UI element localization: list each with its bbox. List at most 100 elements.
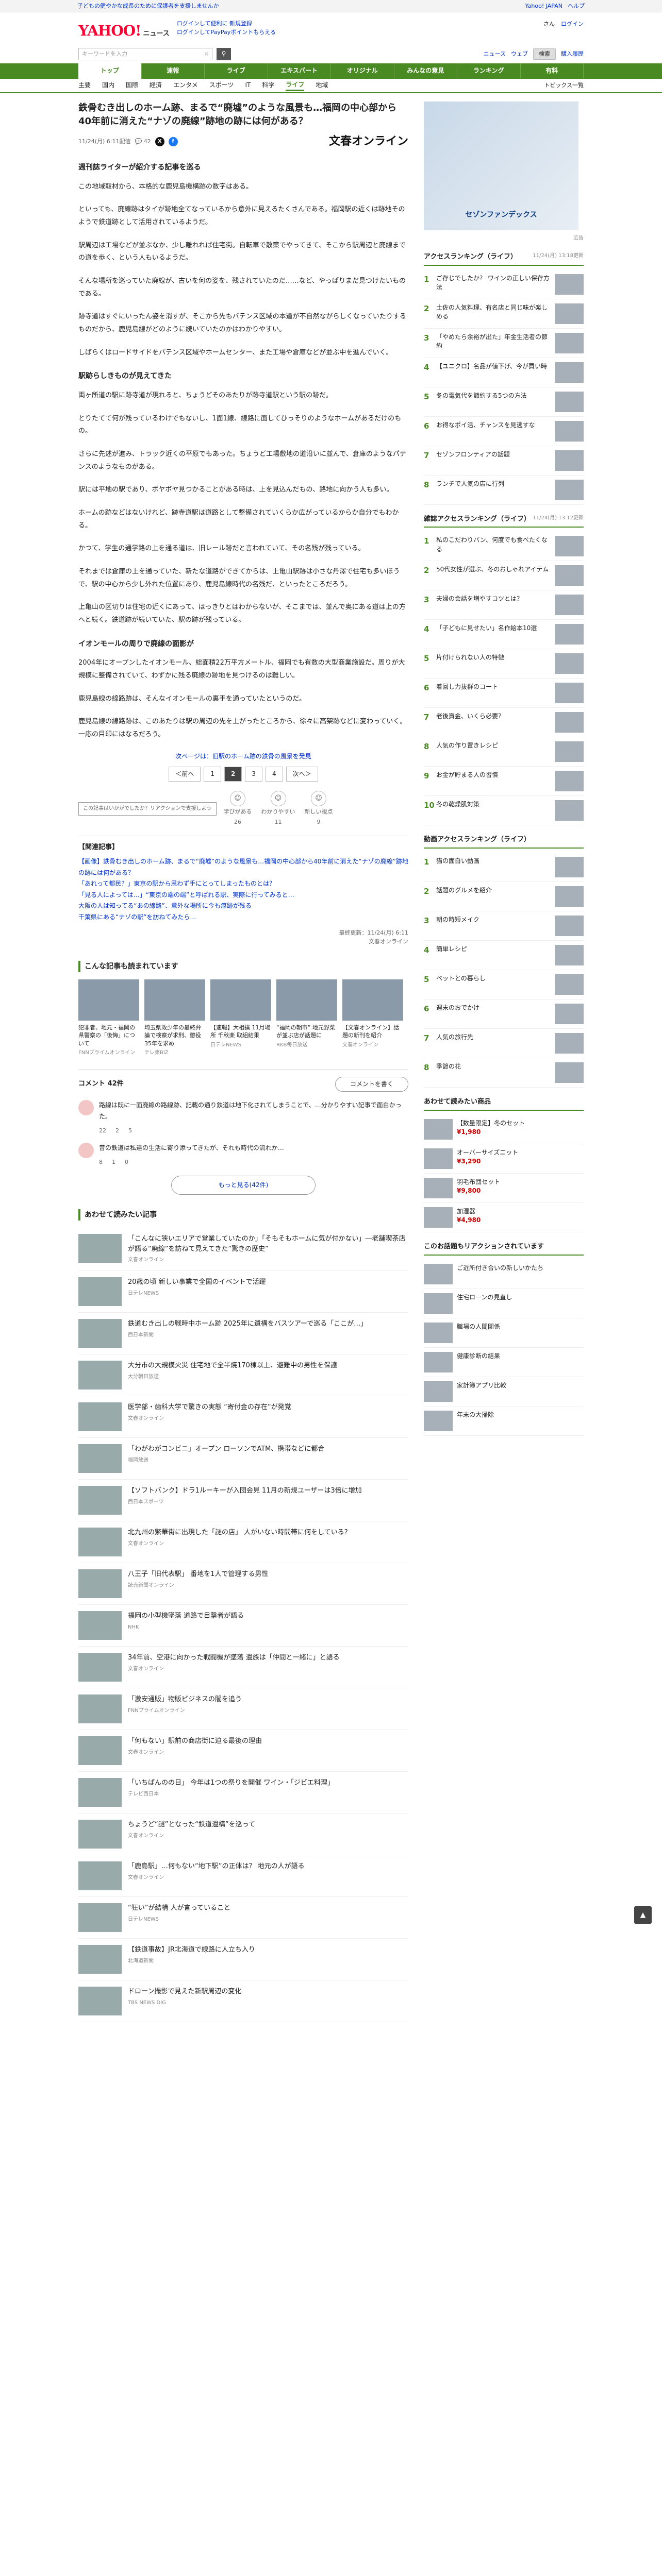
nav-tab[interactable]: 有料 xyxy=(521,63,584,79)
category-tab[interactable]: スポーツ xyxy=(209,80,234,90)
sidebar-ad[interactable]: セゾンファンデックス xyxy=(424,101,578,230)
comment-reaction-count[interactable]: 0 xyxy=(125,1157,128,1167)
related-link[interactable]: 【画像】鉄骨むき出しのホーム跡、まるで“廃墟”のような風景も…福岡の中心部から4… xyxy=(78,856,408,878)
shop-item[interactable]: 羽毛布団セット ¥9,800 xyxy=(424,1174,584,1203)
recommend-item[interactable]: 鉄道むき出しの戦時中ホーム跡 2025年に遺構をバスツアーで巡る「ここが…」 西日… xyxy=(78,1313,408,1355)
pickup-item[interactable]: 年末の大掃除 xyxy=(424,1406,584,1436)
recommend-item[interactable]: 「いちばんのの日」 今年は1つの祭りを開催 ワイン・「ジビエ料理」 テレビ西日本 xyxy=(78,1772,408,1814)
close-icon[interactable]: × xyxy=(204,49,209,59)
also-read-card[interactable]: “福岡の朝市” 地元野菜が並ぶ店が話題に RKB毎日放送 xyxy=(276,979,337,1057)
ranking-item[interactable]: 5 冬の電気代を節約する5つの方法 xyxy=(424,387,584,417)
nav-tab[interactable]: 速報 xyxy=(142,63,205,79)
yahoo-news-logo[interactable]: YAHOO! ニュース xyxy=(78,20,170,43)
pickup-item[interactable]: 家計簿アプリ比較 xyxy=(424,1377,584,1406)
recommend-item[interactable]: 医学部・歯科大学で驚きの実態 “寄付金の存在”が発覚 文春オンライン xyxy=(78,1396,408,1438)
more-comments-button[interactable]: もっと見る(42件) xyxy=(171,1175,316,1195)
ranking-item[interactable]: 7 人気の旅行先 xyxy=(424,1029,584,1059)
recommend-item[interactable]: 20歳の頃 新しい事業で全国のイベントで活躍 日テレNEWS xyxy=(78,1271,408,1313)
nav-tab[interactable]: オリジナル xyxy=(331,63,394,79)
ranking-item[interactable]: 2 話題のグルメを紹介 xyxy=(424,882,584,912)
reaction-button[interactable]: ☺ 学びがある 26 xyxy=(224,790,252,826)
ranking-item[interactable]: 2 土佐の人気料理、有名店と同じ味が楽しめる xyxy=(424,299,584,329)
pickup-item[interactable]: 職場の人間関係 xyxy=(424,1318,584,1348)
ranking-item[interactable]: 9 お金が貯まる人の習慣 xyxy=(424,767,584,796)
category-tab[interactable]: ライフ xyxy=(286,80,305,91)
ranking-item[interactable]: 6 着回し力抜群のコート xyxy=(424,679,584,708)
nav-tab[interactable]: エキスパート xyxy=(268,63,331,79)
recommend-item[interactable]: 「鹿島駅」…何もない“地下駅”の正体は？ 地元の人が語る 文春オンライン xyxy=(78,1855,408,1897)
ranking-item[interactable]: 3 朝の時短メイク xyxy=(424,911,584,941)
category-tab[interactable]: 国際 xyxy=(126,80,138,90)
top-banner-link[interactable]: 子どもの健やかな成長のために保護者を支援しませんか xyxy=(77,2,219,11)
recommend-item[interactable]: 【ソフトバンク】ドラ1ルーキーが入団会見 11月の新規ユーザーは3倍に増加 西日本… xyxy=(78,1480,408,1522)
comment-reaction-count[interactable]: 5 xyxy=(128,1126,132,1136)
ranking-item[interactable]: 10 冬の乾燥肌対策 xyxy=(424,796,584,826)
ranking-item[interactable]: 5 ペットとの暮らし xyxy=(424,970,584,1000)
ranking-item[interactable]: 3 「やめたら余裕が出た」年金生活者の節約 xyxy=(424,329,584,358)
login-link[interactable]: ログイン xyxy=(561,20,584,29)
category-tab[interactable]: エンタメ xyxy=(173,80,198,90)
recommend-item[interactable]: 「何もない」駅前の商店街に迫る最後の理由 文春オンライン xyxy=(78,1730,408,1772)
page-link[interactable]: 1 xyxy=(204,766,221,782)
nav-tab[interactable]: みんなの意見 xyxy=(394,63,457,79)
recommend-item[interactable]: 「こんなに狭いエリアで営業していたのか」「そもそもホームに気が付かない」―老舗喫… xyxy=(78,1228,408,1272)
scroll-to-top-button[interactable]: ▲ xyxy=(634,1906,652,1924)
purchase-history-link[interactable]: 購入履歴 xyxy=(561,49,584,59)
ranking-item[interactable]: 1 ご存じでしたか？ ワインの正しい保存方法 xyxy=(424,270,584,299)
web-search-link[interactable]: ウェブ xyxy=(511,49,528,59)
ranking-item[interactable]: 2 50代女性が選ぶ、冬のおしゃれアイテム xyxy=(424,561,584,591)
facebook-share-icon[interactable]: f xyxy=(168,137,178,146)
comment-reaction-count[interactable]: 8 xyxy=(99,1157,103,1167)
comment-reaction-count[interactable]: 2 xyxy=(115,1126,119,1136)
ranking-item[interactable]: 4 「子どもに見せたい」名作絵本10選 xyxy=(424,620,584,650)
shop-item[interactable]: オーバーサイズニット ¥3,290 xyxy=(424,1144,584,1174)
also-read-card[interactable]: 犯罪者、地元・福岡の県警察の「後悔」について FNNプライムオンライン xyxy=(78,979,139,1057)
paypay-link[interactable]: ログインしてPayPayポイントもらえる xyxy=(177,29,276,36)
ranking-item[interactable]: 8 人気の作り置きレシピ xyxy=(424,737,584,767)
help-link[interactable]: ヘルプ xyxy=(568,2,585,11)
recommend-item[interactable]: 「激安通販」物販ビジネスの闇を追う FNNプライムオンライン xyxy=(78,1688,408,1731)
shop-item[interactable]: 加湿器 ¥4,980 xyxy=(424,1203,584,1232)
ranking-item[interactable]: 4 簡単レシピ xyxy=(424,941,584,971)
ranking-item[interactable]: 5 片付けられない人の特徴 xyxy=(424,649,584,679)
category-tab[interactable]: 地域 xyxy=(316,80,328,90)
comment-reaction-count[interactable]: 1 xyxy=(112,1157,115,1167)
pickup-item[interactable]: ご近所付き合いの新しいかたち xyxy=(424,1260,584,1289)
page-link[interactable]: 4 xyxy=(266,766,283,782)
recommend-item[interactable]: 福岡の小型機墜落 道路で目撃者が語る NHK xyxy=(78,1605,408,1647)
recommend-item[interactable]: ドローン撮影で見えた新駅周辺の変化 TBS NEWS DIG xyxy=(78,1980,408,2023)
ranking-item[interactable]: 7 セゾンフロンティアの話題 xyxy=(424,446,584,476)
write-comment-button[interactable]: コメントを書く xyxy=(335,1077,408,1092)
related-link[interactable]: 千葉県にある“ナゾの駅”を訪ねてみたら… xyxy=(78,912,408,923)
ranking-item[interactable]: 8 季節の花 xyxy=(424,1058,584,1088)
category-tab[interactable]: 科学 xyxy=(262,80,274,90)
recommend-item[interactable]: 八王子「旧代表駅」 番地を1人で管理する男性 読売新聞オンライン xyxy=(78,1563,408,1605)
search-submit-button[interactable]: 検索 xyxy=(533,48,556,60)
category-tab[interactable]: 主要 xyxy=(78,80,91,90)
nav-tab[interactable]: トップ xyxy=(78,63,142,79)
related-link[interactable]: 「見る人によっては…」“東京の端の端”と呼ばれる駅、実際に行ってみると… xyxy=(78,890,408,901)
also-read-card[interactable]: 埼玉県政少年の最終弁論で検察が求刑、懲役35年を求め テレ東BIZ xyxy=(144,979,205,1057)
recommend-item[interactable]: 34年前、空港に向かった戦闘機が墜落 遺族は「仲間と一緒に」と語る 文春オンライン xyxy=(78,1647,408,1689)
related-link[interactable]: 「あれって都民？」東京の駅から思わず手にとってしまったものとは？ xyxy=(78,878,408,890)
register-link[interactable]: ログインして便利に 新規登録 xyxy=(177,20,252,27)
nav-tab[interactable]: ライブ xyxy=(205,63,268,79)
ranking-item[interactable]: 3 夫婦の会話を増やすコツとは？ xyxy=(424,590,584,620)
recommend-item[interactable]: ちょうど“謎”となった“鉄道遺構”を巡って 文春オンライン xyxy=(78,1814,408,1856)
reaction-button[interactable]: ☺ 新しい視点 9 xyxy=(305,790,333,826)
search-button[interactable]: ⚲ xyxy=(217,47,231,60)
pickup-item[interactable]: 健康診断の結果 xyxy=(424,1348,584,1377)
also-read-card[interactable]: 【速報】大相撲 11月場所 千秋楽 取組結果 日テレNEWS xyxy=(210,979,271,1057)
comment-count-icon[interactable]: 💬 42 xyxy=(135,137,151,146)
nav-tab[interactable]: ランキング xyxy=(457,63,521,79)
ranking-item[interactable]: 4 【ユニクロ】名品が値下げ、今が買い時 xyxy=(424,358,584,387)
yahoo-japan-link[interactable]: Yahoo! JAPAN xyxy=(525,2,562,11)
ranking-item[interactable]: 6 お得なポイ活、チャンスを見逃すな xyxy=(424,417,584,446)
ranking-item[interactable]: 6 週末のおでかけ xyxy=(424,999,584,1029)
x-share-icon[interactable]: X xyxy=(155,137,164,146)
ranking-item[interactable]: 7 老後資金、いくら必要？ xyxy=(424,708,584,738)
reaction-button[interactable]: ☺ わかりやすい 11 xyxy=(261,790,295,826)
ranking-item[interactable]: 1 猫の面白い動画 xyxy=(424,853,584,883)
news-search-link[interactable]: ニュース xyxy=(484,49,506,59)
topics-list-link[interactable]: トピックス一覧 xyxy=(544,81,584,90)
